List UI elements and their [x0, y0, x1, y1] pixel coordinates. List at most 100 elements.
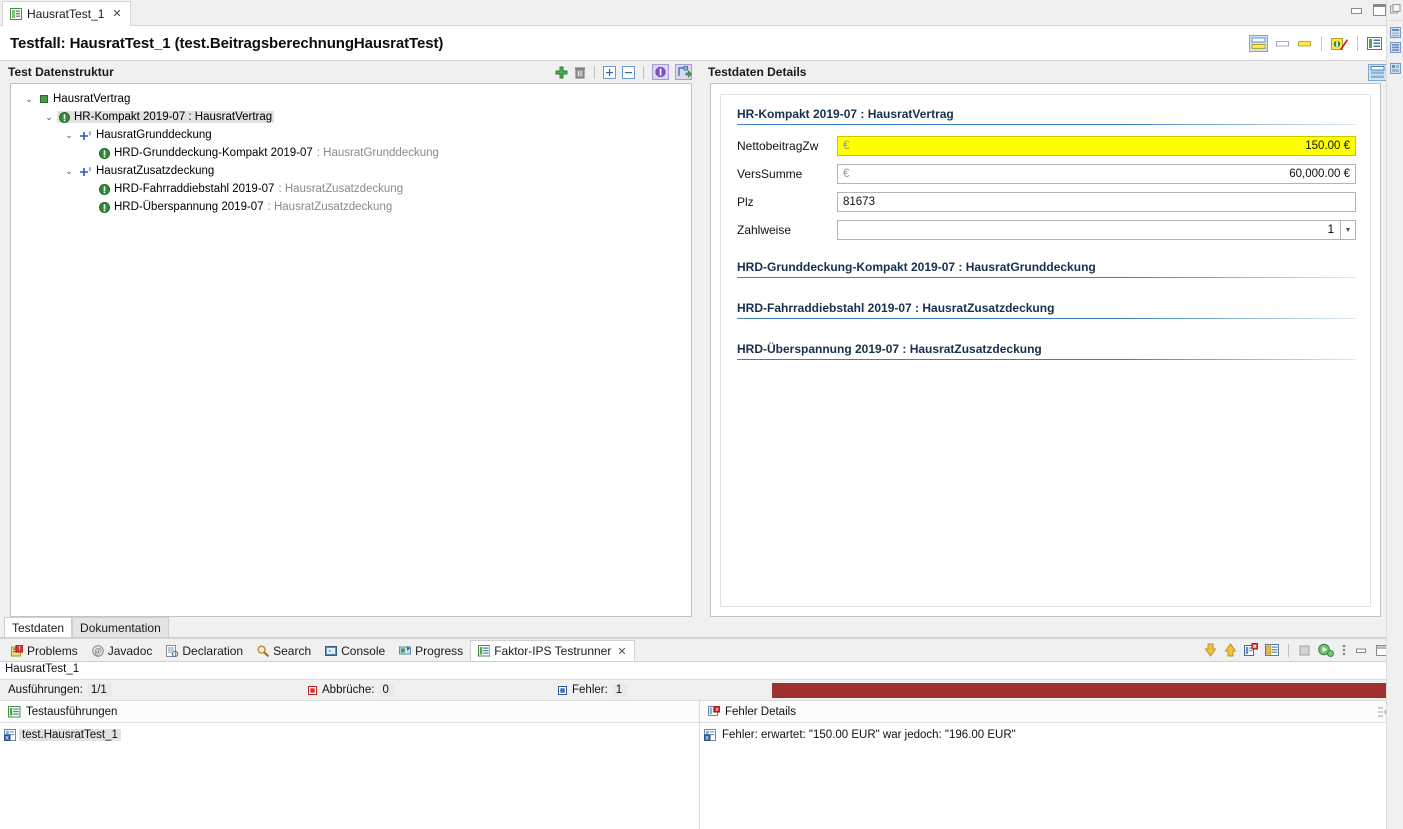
model-icon[interactable]: [1390, 63, 1401, 74]
svg-text:>_: >_: [329, 648, 336, 654]
editor-page-tab-dokumentation[interactable]: Dokumentation: [72, 617, 169, 637]
views-stack: ! Problems @JavadocDeclaration Search >_ Cons…: [0, 638, 1403, 829]
chevron-down-icon[interactable]: ⌄: [61, 130, 77, 141]
tree-item[interactable]: ⌄p HausratZusatzdeckung: [11, 162, 691, 180]
testdata-details-title: Testdaten Details: [708, 65, 806, 79]
close-icon[interactable]: ✕: [617, 645, 626, 658]
test-structure-tree[interactable]: ⌄HausratVertrag⌄HR-Kompakt 2019-07 : Hau…: [10, 83, 692, 617]
view-tab-faktor-ips-testrunner[interactable]: Faktor-IPS Testrunner✕: [470, 640, 634, 661]
tree-item-content: HRD-Grunddeckung-Kompakt 2019-07 : Hausr…: [97, 147, 441, 159]
stat-value: 1: [613, 683, 627, 697]
failure-icon: [558, 686, 567, 695]
svg-text:x: x: [705, 734, 709, 740]
view-tab-progress[interactable]: Progress: [392, 640, 470, 661]
link-editor-icon[interactable]: [675, 64, 692, 80]
field-value: 81673: [843, 196, 875, 208]
detail-group: HRD-Grunddeckung-Kompakt 2019-07 : Hausr…: [737, 260, 1356, 299]
view-tab-declaration[interactable]: Declaration: [159, 640, 250, 661]
tab-label: Testdaten: [12, 621, 64, 635]
editor-tab-hausrattest1[interactable]: HausratTest_1 ✕: [2, 1, 131, 26]
test-executions-title: Testausführungen: [26, 706, 117, 718]
tree-item[interactable]: HRD-Überspannung 2019-07 : HausratZusatz…: [11, 198, 691, 216]
minimize-icon[interactable]: [1354, 644, 1368, 657]
field-control: €60,000.00 €: [837, 164, 1356, 184]
toolbar-separator: [594, 66, 595, 79]
tree-item[interactable]: ⌄HausratVertrag: [11, 90, 691, 108]
field-control: 81673: [837, 192, 1356, 212]
single-bar-filled-icon[interactable]: [1297, 36, 1312, 51]
outline-icon[interactable]: [1390, 27, 1401, 38]
view-tab-console[interactable]: >_ Console: [318, 640, 392, 661]
field-input-plz[interactable]: 81673: [837, 192, 1356, 212]
tree-item-label: HausratZusatzdeckung: [96, 165, 214, 177]
failure-details-list[interactable]: x Fehler: erwartet: "150.00 EUR" war jed…: [700, 723, 1403, 829]
view-tab-label: Problems: [27, 644, 78, 658]
view-tab-label: Search: [273, 644, 311, 658]
editor-tab-label: HausratTest_1: [27, 7, 104, 21]
tree-item-content: HausratVertrag: [37, 93, 132, 105]
failures-only-icon[interactable]: [1244, 643, 1258, 657]
stop-icon[interactable]: [1298, 644, 1311, 657]
validate-pen-icon[interactable]: [1331, 36, 1348, 52]
plus-green-icon[interactable]: [555, 66, 568, 79]
detail-group-rule: [737, 318, 1356, 319]
view-tab-search[interactable]: Search: [250, 640, 318, 661]
trash-icon[interactable]: [574, 66, 586, 79]
field-row: Plz 81673: [737, 188, 1356, 216]
problems-icon: !: [11, 645, 23, 657]
testrunner-icon[interactable]: [1367, 36, 1383, 51]
chevron-down-icon[interactable]: ⌄: [61, 166, 77, 177]
group-spacer: [737, 367, 1356, 381]
view-tab-javadoc[interactable]: @Javadoc: [85, 640, 160, 661]
testdata-details-scroll: HR-Kompakt 2019-07 : HausratVertragNetto…: [710, 83, 1381, 617]
info-violet-icon[interactable]: [652, 64, 669, 80]
field-value: 150.00 €: [1305, 140, 1350, 152]
test-executions-list[interactable]: x test.HausratTest_1: [0, 723, 699, 829]
maximize-icon[interactable]: [1372, 3, 1387, 17]
view-tab-label: Console: [341, 644, 385, 658]
list-item[interactable]: x Fehler: erwartet: "150.00 EUR" war jed…: [700, 726, 1403, 743]
restore-icon[interactable]: [1390, 4, 1401, 14]
view-tab-problems[interactable]: ! Problems: [4, 640, 85, 661]
properties-icon[interactable]: [1390, 42, 1401, 53]
two-pane-icon[interactable]: [1249, 35, 1268, 52]
arrow-down-icon[interactable]: [1204, 643, 1217, 657]
console-icon: >_: [325, 645, 337, 657]
expand-all-icon[interactable]: [603, 66, 616, 79]
two-pane-icon[interactable]: [1368, 64, 1387, 81]
single-bar-outline-icon[interactable]: [1275, 36, 1290, 51]
field-label: Plz: [737, 195, 837, 209]
testrunner-stats-row: Ausführungen: 1/1 Abbrüche: 0 Fehler: 1: [0, 679, 1403, 701]
toolbar-separator: [643, 66, 644, 79]
main-content-area: Test Datenstruktur: [0, 61, 1403, 617]
tree-item[interactable]: ⌄pHausratGrunddeckung: [11, 126, 691, 144]
arrow-up-icon[interactable]: [1224, 643, 1237, 657]
field-input-nettobeitragzw[interactable]: €150.00 €: [837, 136, 1356, 156]
collapse-all-icon[interactable]: [622, 66, 635, 79]
root-square-icon: [39, 94, 49, 104]
list-item-label: Fehler: erwartet: "150.00 EUR" war jedoc…: [719, 729, 1019, 741]
testrunner-icon: [8, 706, 21, 718]
tree-item[interactable]: HRD-Fahrraddiebstahl 2019-07 : HausratZu…: [11, 180, 691, 198]
combo-value[interactable]: 1: [837, 220, 1341, 240]
chevron-down-icon[interactable]: ▼: [1341, 220, 1356, 240]
field-label: Zahlweise: [737, 223, 837, 237]
association-icon: p: [79, 166, 92, 177]
list-item[interactable]: x test.HausratTest_1: [0, 726, 699, 743]
rerun-icon[interactable]: [1318, 643, 1334, 657]
chevron-down-icon[interactable]: ⌄: [41, 112, 57, 123]
field-combo-zahlweise[interactable]: 1▼: [837, 220, 1356, 240]
detail-group: HR-Kompakt 2019-07 : HausratVertragNetto…: [737, 107, 1356, 258]
stacktrace-icon[interactable]: [1265, 643, 1279, 657]
editor-page-tab-testdaten[interactable]: Testdaten: [4, 617, 72, 637]
stat-ausfuehrungen: Ausführungen: 1/1: [8, 683, 308, 697]
chevron-down-icon[interactable]: ⌄: [21, 94, 37, 105]
tree-item[interactable]: HRD-Grunddeckung-Kompakt 2019-07 : Hausr…: [11, 144, 691, 162]
tree-item[interactable]: ⌄HR-Kompakt 2019-07 : HausratVertrag: [11, 108, 691, 126]
field-row: NettobeitragZw€150.00 €: [737, 132, 1356, 160]
tree-item-type: : HausratGrunddeckung: [317, 147, 439, 159]
field-input-verssumme[interactable]: €60,000.00 €: [837, 164, 1356, 184]
view-menu-icon[interactable]: [1341, 643, 1347, 657]
close-icon[interactable]: ✕: [112, 9, 121, 20]
minimize-icon[interactable]: [1349, 3, 1364, 17]
